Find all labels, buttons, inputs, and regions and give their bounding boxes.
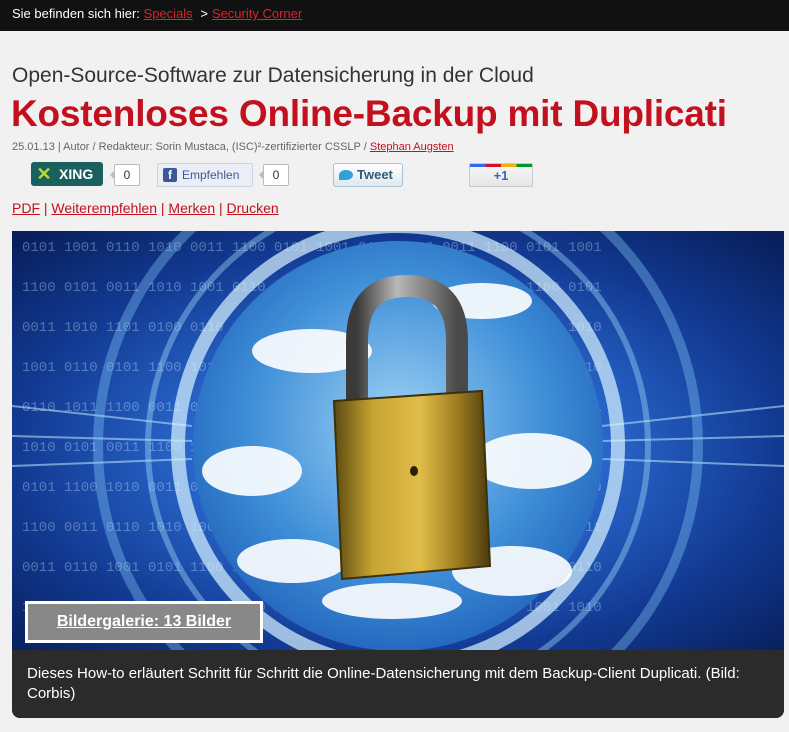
article-meta-text: 25.01.13 | Autor / Redakteur: Sorin Must… [12,141,367,153]
breadcrumb-prefix: Sie befinden sich hier: [12,6,140,21]
tools-divider: | [160,200,165,216]
bookmark-link[interactable]: Merken [168,200,215,216]
hero-padlock-cloud-image: 0101 1001 0110 1010 0011 1100 0101 1001 … [12,231,784,650]
author-link[interactable]: Stephan Augsten [370,141,454,153]
tweet-button[interactable]: Tweet [333,163,403,187]
breadcrumb-bar: Sie befinden sich hier: Specials > Securi… [0,0,789,31]
xing-share-button[interactable]: ✕ XING [31,162,103,186]
print-link[interactable]: Drucken [227,200,279,216]
twitter-bird-icon [339,170,353,180]
facebook-label: Empfehlen [182,168,240,182]
google-color-bar [470,164,532,167]
tools-divider: | [219,200,223,216]
xing-label: XING [59,166,94,182]
image-gallery-button[interactable]: Bildergalerie: 13 Bilder [25,601,263,643]
tweet-label: Tweet [357,167,393,182]
article-meta: 25.01.13 | Autor / Redakteur: Sorin Must… [12,141,454,153]
facebook-recommend-button[interactable]: f Empfehlen [157,163,253,187]
tools-divider: | [43,200,48,216]
breadcrumb: Sie befinden sich hier: Specials > Securi… [0,0,789,28]
image-caption: Dieses How-to erläutert Schritt für Schr… [12,650,784,718]
breadcrumb-link-security-corner[interactable]: Security Corner [212,6,302,21]
article-tools: PDF | Weiterempfehlen | Merken | Drucken [12,200,279,216]
facebook-icon: f [163,168,177,182]
breadcrumb-separator: > [200,6,208,21]
google-plus-one-button[interactable]: +1 [469,163,533,187]
image-caption-text: Dieses How-to erläutert Schritt für Schr… [27,665,740,702]
hero-image-container: 0101 1001 0110 1010 0011 1100 0101 1001 … [12,231,784,718]
article-title: Kostenloses Online-Backup mit Duplicati [11,93,727,134]
xing-share-count: 0 [110,164,140,186]
xing-icon: ✕ [36,164,52,184]
facebook-share-count: 0 [259,164,289,186]
pdf-link[interactable]: PDF [12,200,40,216]
google-plus-one-label: +1 [493,168,509,183]
article-subtitle: Open-Source-Software zur Datensicherung … [12,64,534,87]
breadcrumb-link-specials[interactable]: Specials [144,6,193,21]
recommend-link[interactable]: Weiterempfehlen [51,200,157,216]
